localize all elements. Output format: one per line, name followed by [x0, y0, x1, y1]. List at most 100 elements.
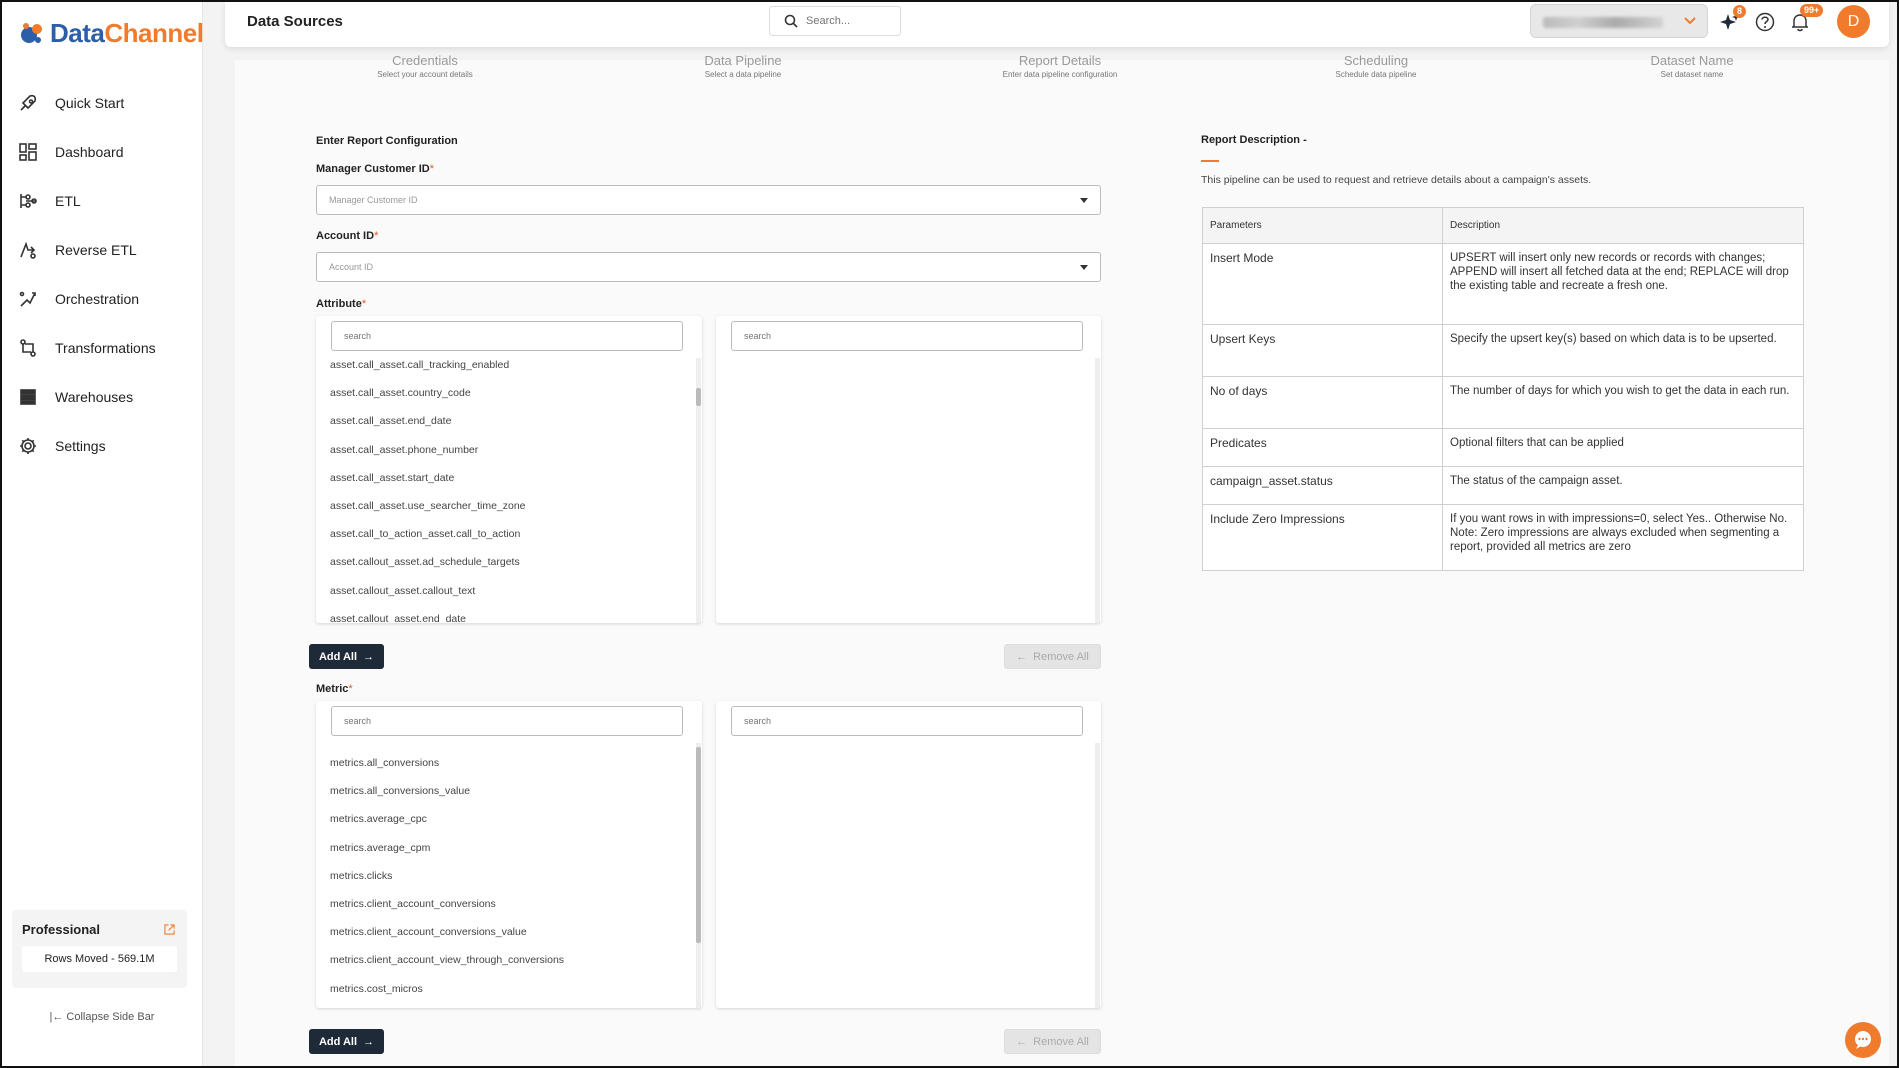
metric-available-search[interactable]: [331, 706, 683, 736]
remove-all-label: Remove All: [1033, 650, 1089, 663]
attribute-remove-all-button[interactable]: ← Remove All: [1004, 644, 1101, 669]
collapse-sidebar-button[interactable]: |← Collapse Side Bar: [2, 1011, 202, 1023]
list-item[interactable]: metrics.clicks: [330, 862, 690, 890]
sidebar-item-reverse-etl[interactable]: Reverse ETL: [2, 225, 202, 274]
attribute-selected-search-input[interactable]: [744, 331, 1082, 341]
rows-moved-badge: Rows Moved - 569.1M: [22, 946, 177, 972]
sidebar-item-label: ETL: [55, 192, 81, 209]
metric-scrollbar[interactable]: [696, 743, 701, 1008]
attribute-add-all-button[interactable]: Add All →: [309, 644, 384, 669]
attribute-available-search-input[interactable]: [344, 331, 682, 341]
list-item[interactable]: metrics.average_cpc: [330, 805, 690, 833]
step-credentials[interactable]: Credentials Select your account details: [305, 54, 545, 80]
attribute-items: asset.call_asset.call_tracking_enabled as…: [330, 351, 690, 623]
required-mark: *: [361, 298, 367, 310]
metric-selected-search[interactable]: [731, 706, 1083, 736]
list-item[interactable]: asset.callout_asset.end_date: [330, 605, 690, 623]
list-item[interactable]: asset.call_asset.use_searcher_time_zone: [330, 492, 690, 520]
search-icon: [784, 14, 798, 28]
report-description-text: This pipeline can be used to request and…: [1201, 174, 1592, 186]
arrow-right-icon: →: [363, 1035, 375, 1048]
chat-bubble-icon: [1855, 1031, 1871, 1049]
section-title: Enter Report Configuration: [316, 135, 458, 147]
list-item[interactable]: asset.call_asset.phone_number: [330, 436, 690, 464]
list-item[interactable]: metrics.client_account_conversions: [330, 890, 690, 918]
logo-text-channel: Channel: [104, 18, 204, 48]
title-underline: [1201, 160, 1219, 162]
metric-selected-list: [716, 701, 1101, 1008]
table-row: Upsert Keys Specify the upsert key(s) ba…: [1202, 324, 1804, 377]
metric-label: Metric*: [316, 683, 353, 695]
arrow-left-icon: ←: [1016, 1035, 1028, 1048]
attribute-scroll-thumb[interactable]: [696, 388, 701, 406]
list-item[interactable]: metrics.client_account_conversions_value: [330, 918, 690, 946]
chat-support-button[interactable]: [1845, 1022, 1881, 1058]
metric-selected-scrollbar[interactable]: [1095, 743, 1100, 1008]
help-icon[interactable]: [1754, 11, 1776, 33]
list-item[interactable]: metrics.all_conversions: [330, 749, 690, 777]
step-sub: Schedule data pipeline: [1335, 70, 1417, 79]
arrow-left-icon: ←: [1016, 650, 1028, 663]
header-search-input[interactable]: [806, 15, 886, 27]
parameters-table: Parameters Description Insert Mode UPSER…: [1202, 207, 1804, 571]
header-search-box[interactable]: [769, 6, 901, 36]
list-item[interactable]: asset.callout_asset.ad_schedule_targets: [330, 548, 690, 576]
sidebar-item-transformations[interactable]: Transformations: [2, 323, 202, 372]
metric-selected-search-input[interactable]: [744, 716, 1082, 726]
metric-items: metrics.all_conversions metrics.all_conve…: [330, 749, 690, 1003]
list-item[interactable]: asset.call_asset.country_code: [330, 379, 690, 407]
manager-customer-id-select[interactable]: Manager Customer ID: [316, 185, 1101, 215]
step-label: Dataset Name: [1650, 53, 1734, 68]
attribute-available-search[interactable]: [331, 321, 683, 351]
step-report-details[interactable]: Report Details Enter data pipeline confi…: [940, 54, 1180, 80]
sidebar-item-quick-start[interactable]: Quick Start: [2, 78, 202, 127]
step-scheduling[interactable]: Scheduling Schedule data pipeline: [1256, 54, 1496, 80]
avatar[interactable]: D: [1837, 5, 1870, 38]
metric-add-all-button[interactable]: Add All →: [309, 1029, 384, 1054]
collapse-label: Collapse Side Bar: [66, 1011, 155, 1023]
list-item[interactable]: asset.call_asset.start_date: [330, 464, 690, 492]
list-item[interactable]: asset.call_asset.end_date: [330, 407, 690, 435]
workspace-name-blurred: [1543, 17, 1663, 28]
desc-cell: UPSERT will insert only new records or r…: [1442, 243, 1804, 325]
external-link-icon[interactable]: [164, 924, 175, 935]
list-item[interactable]: metrics.average_cpm: [330, 834, 690, 862]
sidebar-item-label: Warehouses: [55, 388, 134, 405]
workspace-selector[interactable]: [1530, 4, 1708, 38]
list-item[interactable]: metrics.client_account_view_through_conv…: [330, 946, 690, 974]
sidebar-item-label: Quick Start: [55, 94, 125, 111]
sidebar-item-settings[interactable]: Settings: [2, 421, 202, 470]
sidebar-item-orchestration[interactable]: Orchestration: [2, 274, 202, 323]
sidebar-item-dashboard[interactable]: Dashboard: [2, 127, 202, 176]
reverse-etl-icon: [20, 241, 36, 259]
logo[interactable]: DataChannel: [18, 18, 204, 49]
chevron-down-icon: [1684, 17, 1696, 25]
sidebar-item-etl[interactable]: ETL: [2, 176, 202, 225]
sidebar-item-warehouses[interactable]: Warehouses: [2, 372, 202, 421]
select-placeholder: Manager Customer ID: [329, 195, 418, 205]
metric-available-search-input[interactable]: [344, 716, 682, 726]
step-sub: Enter data pipeline configuration: [1002, 70, 1118, 79]
list-item[interactable]: asset.callout_asset.callout_text: [330, 577, 690, 605]
required-mark: *: [348, 683, 353, 695]
list-item[interactable]: asset.call_to_action_asset.call_to_actio…: [330, 520, 690, 548]
metric-remove-all-button[interactable]: ← Remove All: [1004, 1029, 1101, 1054]
step-data-pipeline[interactable]: Data Pipeline Select a data pipeline: [623, 54, 863, 80]
logo-icon: [21, 22, 42, 43]
metric-scroll-thumb[interactable]: [696, 747, 701, 943]
attribute-scrollbar[interactable]: [696, 358, 701, 623]
account-id-select[interactable]: Account ID: [316, 252, 1101, 282]
list-item[interactable]: asset.call_asset.call_tracking_enabled: [330, 351, 690, 379]
stepper: Credentials Select your account details …: [235, 54, 1855, 100]
attribute-selected-search[interactable]: [731, 321, 1083, 351]
attribute-selected-scrollbar[interactable]: [1095, 358, 1100, 623]
attribute-label: Attribute*: [316, 298, 367, 310]
sidebar-item-label: Settings: [55, 437, 106, 454]
sidebar-item-label: Transformations: [55, 339, 156, 356]
list-item[interactable]: metrics.cost_micros: [330, 975, 690, 1003]
manager-customer-id-label: Manager Customer ID*: [316, 163, 434, 175]
list-item[interactable]: metrics.all_conversions_value: [330, 777, 690, 805]
orchestration-icon: [19, 291, 36, 307]
step-label: Scheduling: [1343, 53, 1409, 68]
step-dataset-name[interactable]: Dataset Name Set dataset name: [1572, 54, 1812, 80]
